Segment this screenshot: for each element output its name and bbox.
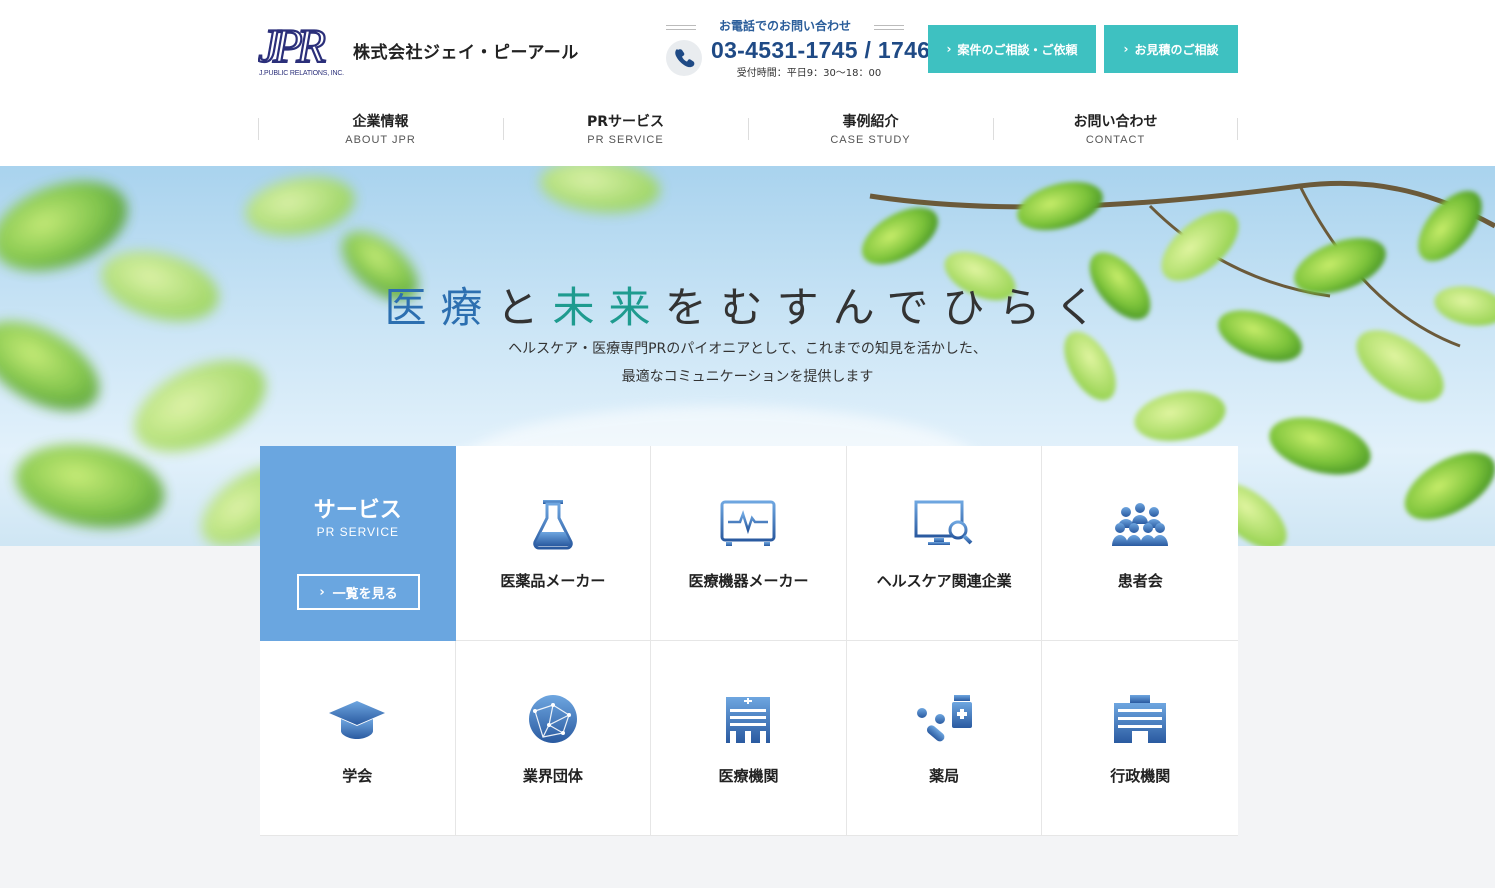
nav-label: PRサービス — [586, 114, 665, 130]
hero-title-rest: をむすんでひらく — [664, 283, 1111, 332]
hero-title-and: と — [496, 283, 553, 332]
hero-subtitle-line2: 最適なコミュニケーションを提供します — [621, 369, 874, 385]
service-label: 薬局 — [929, 767, 960, 785]
tel-number[interactable]: 03-4531-1745 / 1746 — [711, 37, 930, 64]
chevron-right-icon: › — [1123, 42, 1129, 56]
phone-icon — [666, 40, 702, 76]
service-tile-device[interactable]: 医療機器メーカー — [651, 446, 847, 641]
service-tile-pharmacy[interactable]: 薬局 — [846, 641, 1043, 836]
service-tile-government[interactable]: 行政機関 — [1042, 641, 1238, 836]
nav-sublabel: CASE STUDY — [830, 134, 911, 146]
service-tile-medical-institution[interactable]: 医療機関 — [651, 641, 847, 836]
company-name: 株式会社ジェイ・ピーアール — [353, 43, 579, 63]
service-grid: サービス PR SERVICE › 一覧を見る 医薬品メーカー 医療機器メーカー — [260, 446, 1238, 836]
hero-title-medical: 医療 — [384, 283, 497, 332]
tel-label: お電話でのお問い合わせ — [666, 17, 904, 34]
service-heading-tile: サービス PR SERVICE › 一覧を見る — [260, 446, 456, 641]
service-label: ヘルスケア関連企業 — [876, 572, 1012, 590]
nav-label: 企業情報 — [352, 114, 409, 130]
nav-label: お問い合わせ — [1073, 114, 1158, 130]
hospital-icon — [726, 697, 771, 743]
nav-sublabel: PR SERVICE — [587, 134, 664, 146]
service-tile-healthcare[interactable]: ヘルスケア関連企業 — [846, 446, 1043, 641]
nav-item-case-study[interactable]: 事例紹介 CASE STUDY — [748, 108, 993, 148]
logo-subtitle: J.PUBLIC RELATIONS, INC. — [259, 70, 344, 77]
chevron-right-icon: › — [946, 42, 952, 56]
jpr-logo-icon: JPR — [258, 19, 333, 68]
view-all-label: 一覧を見る — [332, 586, 398, 602]
inquiry-button-label: 案件のご相談・ご依頼 — [957, 42, 1078, 57]
nav-sublabel: CONTACT — [1085, 134, 1146, 146]
hero-title: 医療と未来をむすんでひらく — [0, 274, 1495, 335]
service-heading: サービス — [313, 498, 402, 523]
nav-item-about[interactable]: 企業情報 ABOUT JPR — [258, 108, 503, 148]
tel-hours: 受付時間：平日9：30〜18：00 — [736, 68, 882, 79]
service-label: 医療機器メーカー — [688, 572, 809, 590]
svg-text:JPR: JPR — [258, 20, 326, 68]
estimate-button[interactable]: › お見積のご相談 — [1104, 25, 1238, 73]
nav-sublabel: ABOUT JPR — [345, 134, 416, 146]
estimate-button-label: お見積のご相談 — [1134, 42, 1219, 57]
hero-subtitle-line1: ヘルスケア・医療専門PRのパイオニアとして、これまでの知見を活かした、 — [508, 341, 987, 357]
flask-icon — [533, 500, 573, 550]
nav-item-pr-service[interactable]: PRサービス PR SERVICE — [503, 108, 748, 148]
service-label: 患者会 — [1117, 572, 1163, 590]
service-tile-patients[interactable]: 患者会 — [1042, 446, 1238, 641]
nav-label: 事例紹介 — [842, 114, 899, 130]
service-label: 行政機関 — [1110, 767, 1171, 785]
service-label: 学会 — [342, 767, 373, 785]
global-nav: 企業情報 ABOUT JPR PRサービス PR SERVICE 事例紹介 CA… — [258, 108, 1238, 148]
service-label: 医薬品メーカー — [500, 572, 606, 590]
service-label: 業界団体 — [522, 767, 583, 785]
company-logo[interactable]: JPR J.PUBLIC RELATIONS, INC. — [258, 18, 344, 80]
monitor-ecg-icon — [720, 500, 776, 546]
service-tile-industry[interactable]: 業界団体 — [455, 641, 652, 836]
site-header: JPR J.PUBLIC RELATIONS, INC. 株式会社ジェイ・ピーア… — [0, 0, 1495, 166]
government-building-icon — [1114, 695, 1167, 743]
globe-network-icon — [528, 695, 577, 743]
service-tile-academic[interactable]: 学会 — [260, 641, 456, 836]
hero-title-future: 未来 — [552, 283, 665, 332]
computer-search-icon — [914, 500, 973, 545]
nav-item-contact[interactable]: お問い合わせ CONTACT — [993, 108, 1238, 148]
service-heading-en: PR SERVICE — [316, 525, 400, 539]
pills-bottle-icon — [917, 695, 973, 742]
graduation-cap-icon — [329, 701, 386, 739]
inquiry-button[interactable]: › 案件のご相談・ご依頼 — [928, 25, 1096, 73]
chevron-right-icon: › — [319, 584, 325, 600]
people-group-icon — [1112, 503, 1169, 546]
service-label: 医療機関 — [718, 767, 779, 785]
view-all-button[interactable]: › 一覧を見る — [297, 574, 420, 610]
service-tile-pharma[interactable]: 医薬品メーカー — [455, 446, 652, 641]
